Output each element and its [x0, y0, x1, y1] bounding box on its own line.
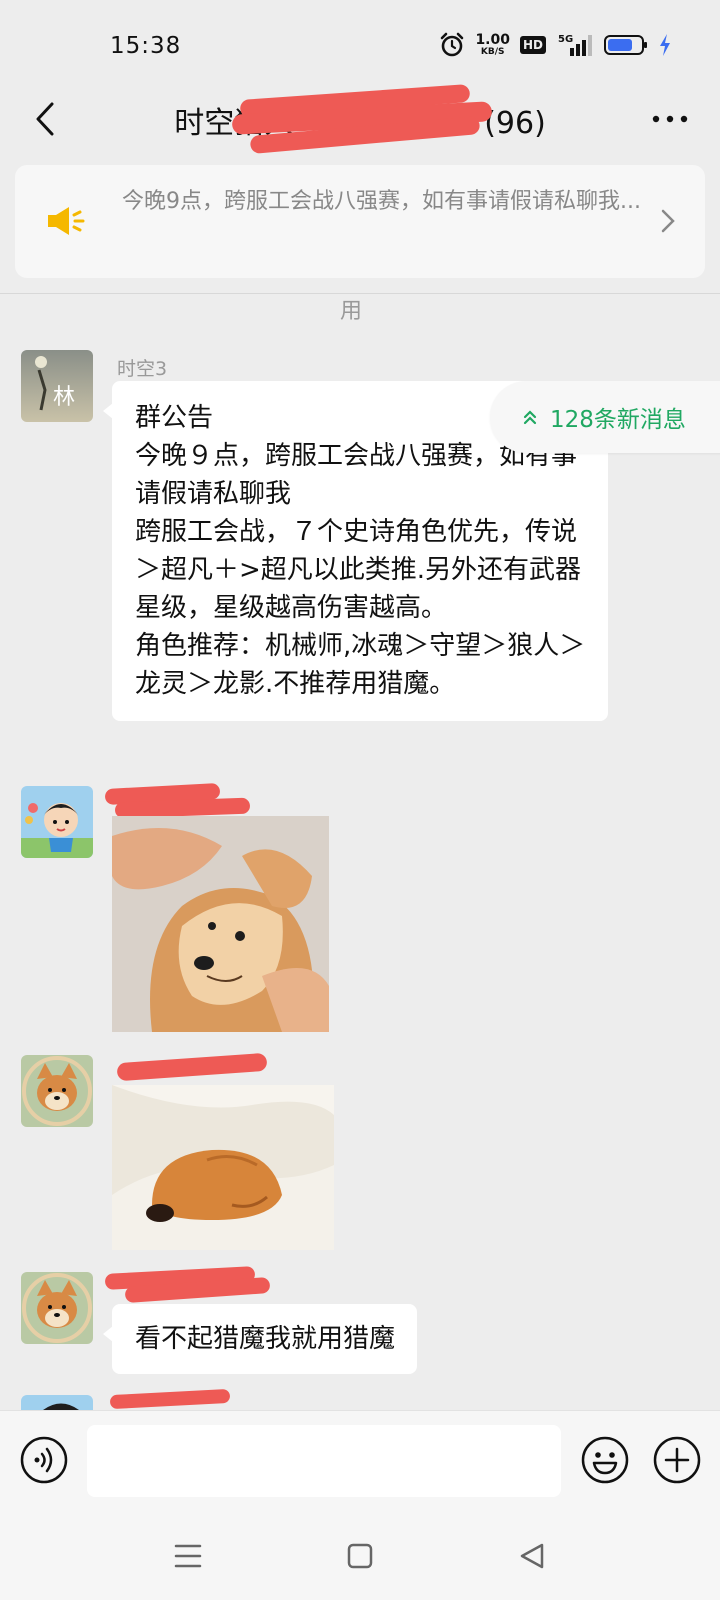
shiba-photo: [112, 816, 329, 1032]
partial-message-text: 用: [340, 299, 363, 324]
sender-name: 时空3: [117, 358, 168, 380]
avatar[interactable]: [21, 786, 93, 858]
status-time: 15:38: [110, 33, 182, 59]
message-input-bar: [0, 1410, 720, 1510]
back-triangle-icon[interactable]: [514, 1538, 550, 1574]
announcement-text: 今晚9点，跨服工会战八强赛，如有事请假请私聊我...: [122, 189, 641, 214]
avatar[interactable]: [21, 1395, 93, 1410]
new-messages-button[interactable]: 128条新消息: [490, 381, 720, 453]
avatar[interactable]: [21, 1055, 93, 1127]
hd-badge: HD: [519, 36, 546, 54]
avatar-image: [21, 1055, 93, 1127]
avatar-image: [21, 1395, 93, 1410]
charging-icon: [660, 34, 670, 56]
avatar[interactable]: 林: [21, 350, 93, 422]
avatar-image: [21, 1272, 93, 1344]
group-announcement-banner[interactable]: 今晚9点，跨服工会战八强赛，如有事请假请私聊我...: [15, 165, 705, 278]
voice-input-icon[interactable]: [20, 1436, 68, 1484]
menu-lines-icon[interactable]: [170, 1538, 206, 1574]
signal-5g-icon: 5G: [558, 34, 592, 56]
status-bar: 15:38 1.00 KB/S HD 5G: [0, 0, 720, 80]
avatar-text: 林: [53, 385, 75, 410]
network-speed-value: 1.00: [475, 32, 510, 48]
system-navigation-bar: [0, 1510, 720, 1600]
alarm-icon: [441, 32, 464, 57]
chat-member-count: (96): [484, 106, 546, 141]
chevron-right-icon: [661, 209, 675, 233]
message-text: 看不起猎魔我就用猎魔: [135, 1324, 396, 1354]
network-speed: 1.00 KB/S: [475, 33, 510, 57]
chat-header: 时空猎人(96): [0, 80, 720, 158]
network-label: 5G: [558, 34, 573, 45]
message-input[interactable]: [87, 1425, 561, 1497]
avatar[interactable]: [21, 1272, 93, 1344]
battery-icon: [604, 35, 647, 55]
puppy-photo: [112, 1085, 334, 1250]
avatar-image: [21, 786, 93, 858]
more-dots-icon: [652, 115, 688, 123]
message-image[interactable]: [112, 816, 329, 1032]
message-image[interactable]: [112, 1085, 334, 1250]
redaction-mark: [109, 1388, 231, 1410]
message-bubble[interactable]: 看不起猎魔我就用猎魔: [103, 1304, 418, 1374]
network-speed-unit: KB/S: [480, 47, 505, 57]
megaphone-icon: [48, 207, 85, 235]
redaction-mark: [116, 1052, 268, 1082]
home-square-icon[interactable]: [342, 1538, 378, 1574]
add-more-icon[interactable]: [653, 1436, 701, 1484]
more-options-button[interactable]: [642, 94, 698, 144]
double-chevron-up-icon: [523, 410, 537, 425]
new-messages-label: 128条新消息: [550, 407, 686, 433]
status-icons: 1.00 KB/S HD 5G: [439, 30, 672, 60]
emoji-icon[interactable]: [581, 1436, 629, 1484]
avatar-image: 林: [21, 350, 93, 422]
